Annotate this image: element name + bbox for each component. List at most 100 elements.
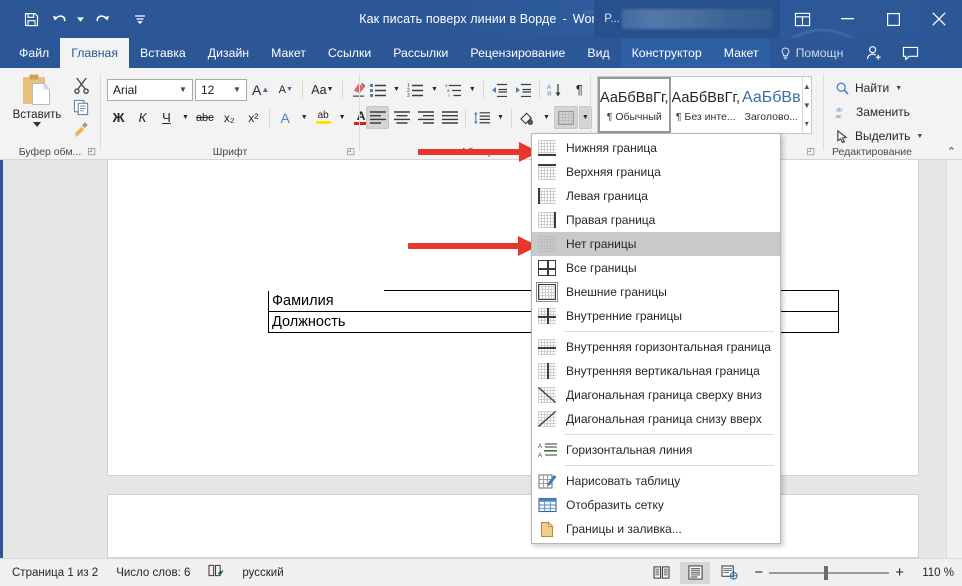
text-highlight-dropdown-icon[interactable]: ▼ bbox=[336, 106, 349, 129]
menu-item-border-diagonal-down[interactable]: Диагональная граница сверху вниз bbox=[532, 383, 780, 407]
tab-table-design[interactable]: Конструктор bbox=[621, 38, 713, 68]
numbering-button[interactable]: 123 bbox=[404, 78, 427, 101]
cell-surname-value[interactable] bbox=[384, 291, 554, 312]
zoom-track[interactable] bbox=[769, 572, 889, 574]
text-effects-dropdown-icon[interactable]: ▼ bbox=[298, 106, 311, 129]
grow-font-button[interactable]: A▲ bbox=[249, 78, 272, 101]
comments-icon[interactable] bbox=[893, 38, 927, 68]
bullets-button[interactable] bbox=[366, 78, 389, 101]
strikethrough-button[interactable]: abc bbox=[193, 106, 217, 129]
vertical-scrollbar[interactable] bbox=[946, 160, 962, 558]
font-dialog-launcher[interactable]: ◰ bbox=[346, 146, 355, 157]
shading-button[interactable] bbox=[516, 106, 539, 129]
zoom-thumb[interactable] bbox=[824, 566, 828, 580]
italic-button[interactable]: К bbox=[131, 106, 154, 129]
tab-mailings[interactable]: Рассылки bbox=[382, 38, 459, 68]
font-size-combo[interactable]: 12 ▼ bbox=[195, 79, 247, 101]
document-area[interactable]: Фамилия Имя Должность Дата bbox=[0, 160, 962, 558]
clipboard-dialog-launcher[interactable]: ◰ bbox=[87, 146, 96, 157]
undo-dropdown-icon[interactable] bbox=[76, 6, 85, 32]
shrink-font-button[interactable]: A▼ bbox=[274, 78, 297, 101]
menu-item-border-top[interactable]: Верхняя граница bbox=[532, 160, 780, 184]
find-dropdown-icon[interactable]: ▼ bbox=[895, 85, 902, 92]
align-left-button[interactable] bbox=[366, 106, 389, 129]
language-indicator[interactable]: русский bbox=[242, 567, 283, 579]
menu-item-view-gridlines[interactable]: Отобразить сетку bbox=[532, 493, 780, 517]
cell-position-label[interactable]: Должность bbox=[269, 312, 384, 333]
align-center-button[interactable] bbox=[390, 106, 413, 129]
cell-position-value[interactable] bbox=[384, 312, 554, 333]
proofing-icon[interactable] bbox=[208, 564, 224, 581]
menu-item-border-inside-horizontal[interactable]: Внутренняя горизонтальная граница bbox=[532, 335, 780, 359]
underline-dropdown-icon[interactable]: ▼ bbox=[179, 106, 192, 129]
word-count[interactable]: Число слов: 6 bbox=[116, 567, 190, 579]
text-highlight-button[interactable]: ab bbox=[312, 106, 335, 129]
menu-item-draw-table[interactable]: Нарисовать таблицу bbox=[532, 469, 780, 493]
styles-more-icon[interactable]: ▾ bbox=[803, 114, 811, 133]
superscript-button[interactable]: x² bbox=[242, 106, 265, 129]
sort-button[interactable]: АЯ bbox=[544, 78, 567, 101]
minimize-button[interactable] bbox=[824, 0, 870, 38]
menu-item-border-bottom[interactable]: Нижняя граница bbox=[532, 136, 780, 160]
bold-button[interactable]: Ж bbox=[107, 106, 130, 129]
customize-quick-access-icon[interactable] bbox=[127, 6, 153, 32]
cell-surname-label[interactable]: Фамилия bbox=[269, 291, 384, 312]
close-button[interactable] bbox=[916, 0, 962, 38]
menu-item-border-inside-vertical[interactable]: Внутренняя вертикальная граница bbox=[532, 359, 780, 383]
show-formatting-marks-button[interactable]: ¶ bbox=[568, 78, 591, 101]
text-effects-button[interactable]: A bbox=[274, 106, 297, 129]
borders-dropdown-menu[interactable]: Нижняя граница Верхняя граница Левая гра… bbox=[531, 133, 781, 544]
menu-item-border-left[interactable]: Левая граница bbox=[532, 184, 780, 208]
subscript-button[interactable]: x₂ bbox=[218, 106, 241, 129]
zoom-slider[interactable]: − + bbox=[754, 564, 904, 581]
menu-item-borders-and-shading[interactable]: Границы и заливка... bbox=[532, 517, 780, 541]
style-tile-no-spacing[interactable]: АаБбВвГг, ¶ Без инте... bbox=[671, 77, 742, 133]
menu-item-border-none[interactable]: Нет границы bbox=[532, 232, 780, 256]
styles-scroll-up-icon[interactable]: ▲ bbox=[803, 77, 811, 96]
maximize-button[interactable] bbox=[870, 0, 916, 38]
tab-insert[interactable]: Вставка bbox=[129, 38, 197, 68]
page-2[interactable] bbox=[107, 494, 919, 558]
menu-item-horizontal-line[interactable]: AA Горизонтальная линия bbox=[532, 438, 780, 462]
line-spacing-button[interactable] bbox=[470, 106, 493, 129]
underline-button[interactable]: Ч bbox=[155, 106, 178, 129]
shading-dropdown-icon[interactable]: ▼ bbox=[540, 106, 553, 129]
tab-view[interactable]: Вид bbox=[576, 38, 620, 68]
zoom-in-button[interactable]: + bbox=[895, 564, 904, 581]
tab-home[interactable]: Главная bbox=[60, 38, 129, 68]
collapse-ribbon-icon[interactable]: ⌃ bbox=[947, 145, 956, 158]
decrease-indent-button[interactable] bbox=[488, 78, 511, 101]
page-indicator[interactable]: Страница 1 из 2 bbox=[12, 567, 98, 579]
borders-button[interactable] bbox=[554, 106, 578, 129]
tab-review[interactable]: Рецензирование bbox=[459, 38, 576, 68]
bullets-dropdown-icon[interactable]: ▼ bbox=[390, 78, 403, 101]
replace-button[interactable]: abac Заменить bbox=[832, 100, 927, 124]
numbering-dropdown-icon[interactable]: ▼ bbox=[428, 78, 441, 101]
font-name-combo[interactable]: Arial ▼ bbox=[107, 79, 193, 101]
menu-item-border-all[interactable]: Все границы bbox=[532, 256, 780, 280]
select-dropdown-icon[interactable]: ▼ bbox=[916, 133, 923, 140]
increase-indent-button[interactable] bbox=[512, 78, 535, 101]
zoom-out-button[interactable]: − bbox=[754, 564, 763, 581]
tell-me-box[interactable]: Помощн bbox=[770, 38, 854, 68]
styles-scroll-down-icon[interactable]: ▼ bbox=[803, 96, 811, 115]
tab-layout[interactable]: Макет bbox=[260, 38, 317, 68]
multilevel-list-button[interactable]: 1ai bbox=[442, 78, 465, 101]
menu-item-border-inside[interactable]: Внутренние границы bbox=[532, 304, 780, 328]
justify-button[interactable] bbox=[438, 106, 461, 129]
menu-item-border-right[interactable]: Правая граница bbox=[532, 208, 780, 232]
page-1[interactable]: Фамилия Имя Должность Дата bbox=[107, 160, 919, 476]
menu-item-border-outside[interactable]: Внешние границы bbox=[532, 280, 780, 304]
select-button[interactable]: Выделить ▼ bbox=[832, 124, 927, 148]
print-layout-button[interactable] bbox=[680, 562, 710, 584]
menu-item-border-diagonal-up[interactable]: Диагональная граница снизу вверх bbox=[532, 407, 780, 431]
paste-button[interactable]: Вставить bbox=[10, 74, 64, 140]
tab-table-layout[interactable]: Макет bbox=[713, 38, 770, 68]
tab-design[interactable]: Дизайн bbox=[197, 38, 260, 68]
change-case-button[interactable]: Aa ▼ bbox=[308, 78, 336, 101]
tab-file[interactable]: Файл bbox=[8, 38, 60, 68]
save-icon[interactable] bbox=[18, 6, 44, 32]
account-area[interactable]: P... bbox=[594, 0, 780, 38]
ribbon-display-options-icon[interactable] bbox=[780, 0, 824, 38]
undo-icon[interactable] bbox=[47, 6, 73, 32]
